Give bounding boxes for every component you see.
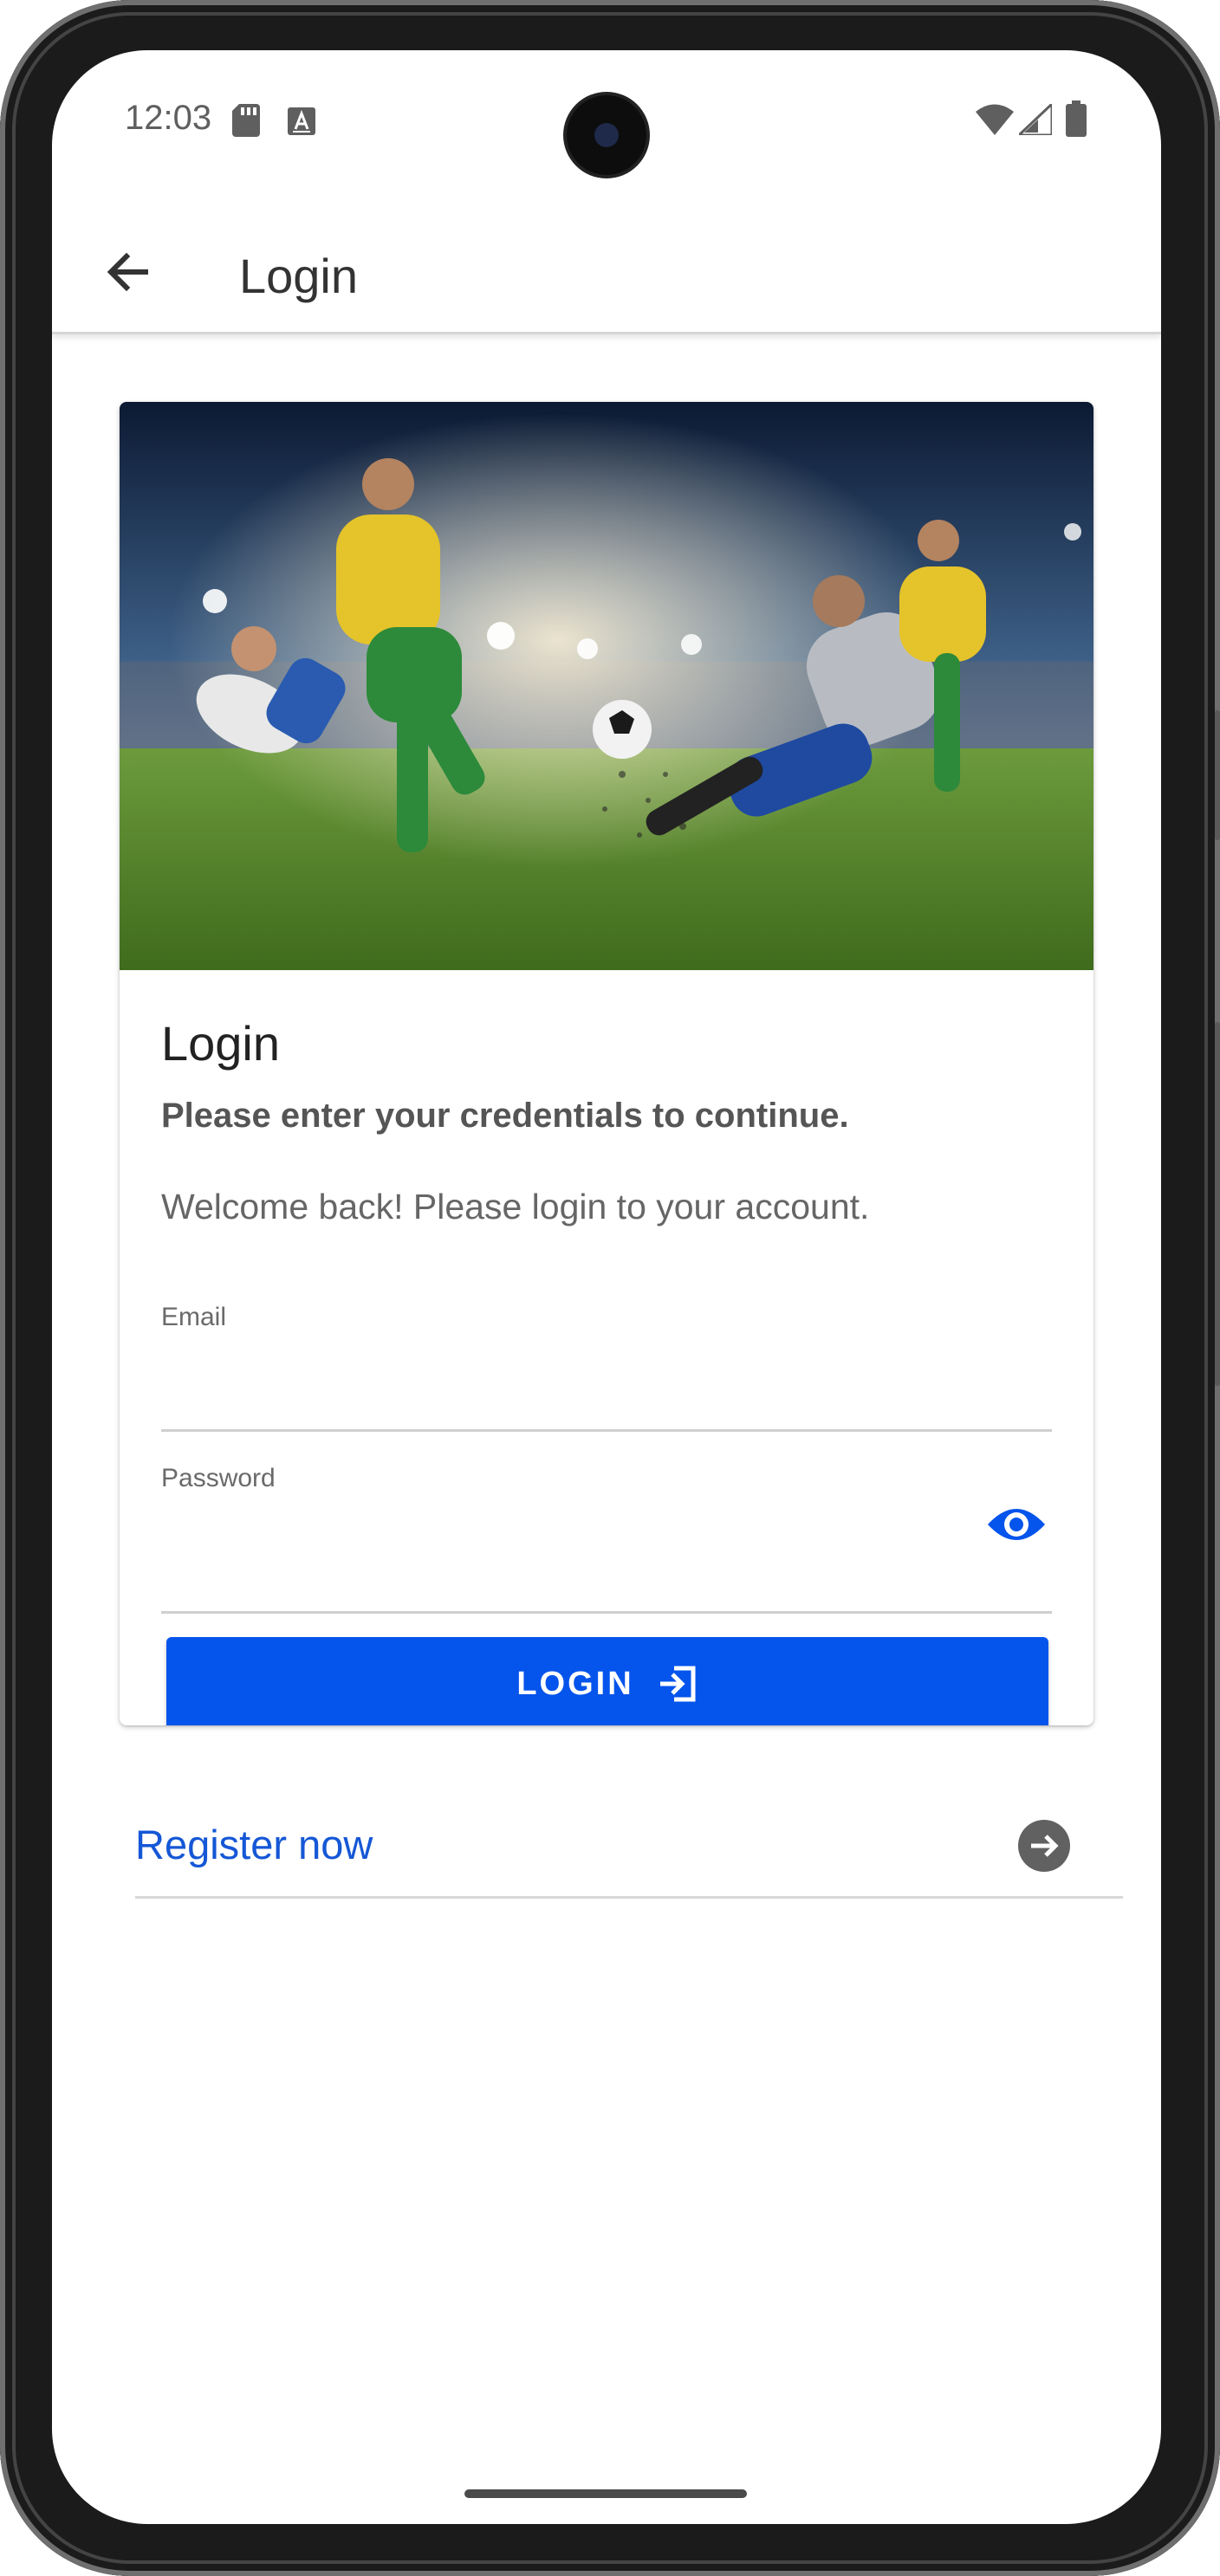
- login-button-label: LOGIN: [516, 1665, 634, 1702]
- battery-icon: [1066, 100, 1087, 137]
- card-subtitle: Please enter your credentials to continu…: [161, 1097, 849, 1135]
- eye-icon: [988, 1509, 1045, 1540]
- keyboard-a-icon: [288, 107, 315, 135]
- password-visibility-toggle[interactable]: [986, 1504, 1047, 1545]
- back-button[interactable]: [95, 239, 161, 305]
- app-bar: Login: [52, 204, 1161, 334]
- sd-card-icon: [232, 104, 260, 137]
- login-card: Login Please enter your credentials to c…: [120, 402, 1093, 1725]
- welcome-text: Welcome back! Please login to your accou…: [161, 1187, 870, 1227]
- password-field[interactable]: [161, 1498, 976, 1561]
- register-label: Register now: [135, 1822, 373, 1867]
- register-now-link[interactable]: Register now: [135, 1803, 1123, 1899]
- arrow-back-icon: [107, 252, 148, 292]
- password-label: Password: [161, 1464, 276, 1492]
- card-title: Login: [161, 1016, 281, 1071]
- email-underline: [161, 1429, 1052, 1432]
- soccer-hero-image: [120, 402, 1093, 970]
- screen: 12:03 Login Login Please enter your cred…: [52, 50, 1161, 2524]
- status-time: 12:03: [125, 99, 212, 137]
- email-field[interactable]: [161, 1339, 1052, 1401]
- email-label: Email: [161, 1303, 227, 1331]
- login-icon: [659, 1666, 696, 1702]
- wifi-icon: [976, 104, 1014, 135]
- cell-signal-icon: [1019, 104, 1052, 135]
- arrow-circle-right-icon: [1018, 1820, 1070, 1872]
- volume-button: [1215, 1022, 1220, 1386]
- phone-frame: 12:03 Login Login Please enter your cred…: [0, 0, 1220, 2576]
- page-title: Login: [239, 249, 359, 303]
- password-underline: [161, 1611, 1052, 1614]
- power-button: [1215, 710, 1220, 840]
- login-button[interactable]: LOGIN: [166, 1637, 1048, 1725]
- home-indicator[interactable]: [464, 2489, 747, 2498]
- front-camera: [567, 95, 646, 175]
